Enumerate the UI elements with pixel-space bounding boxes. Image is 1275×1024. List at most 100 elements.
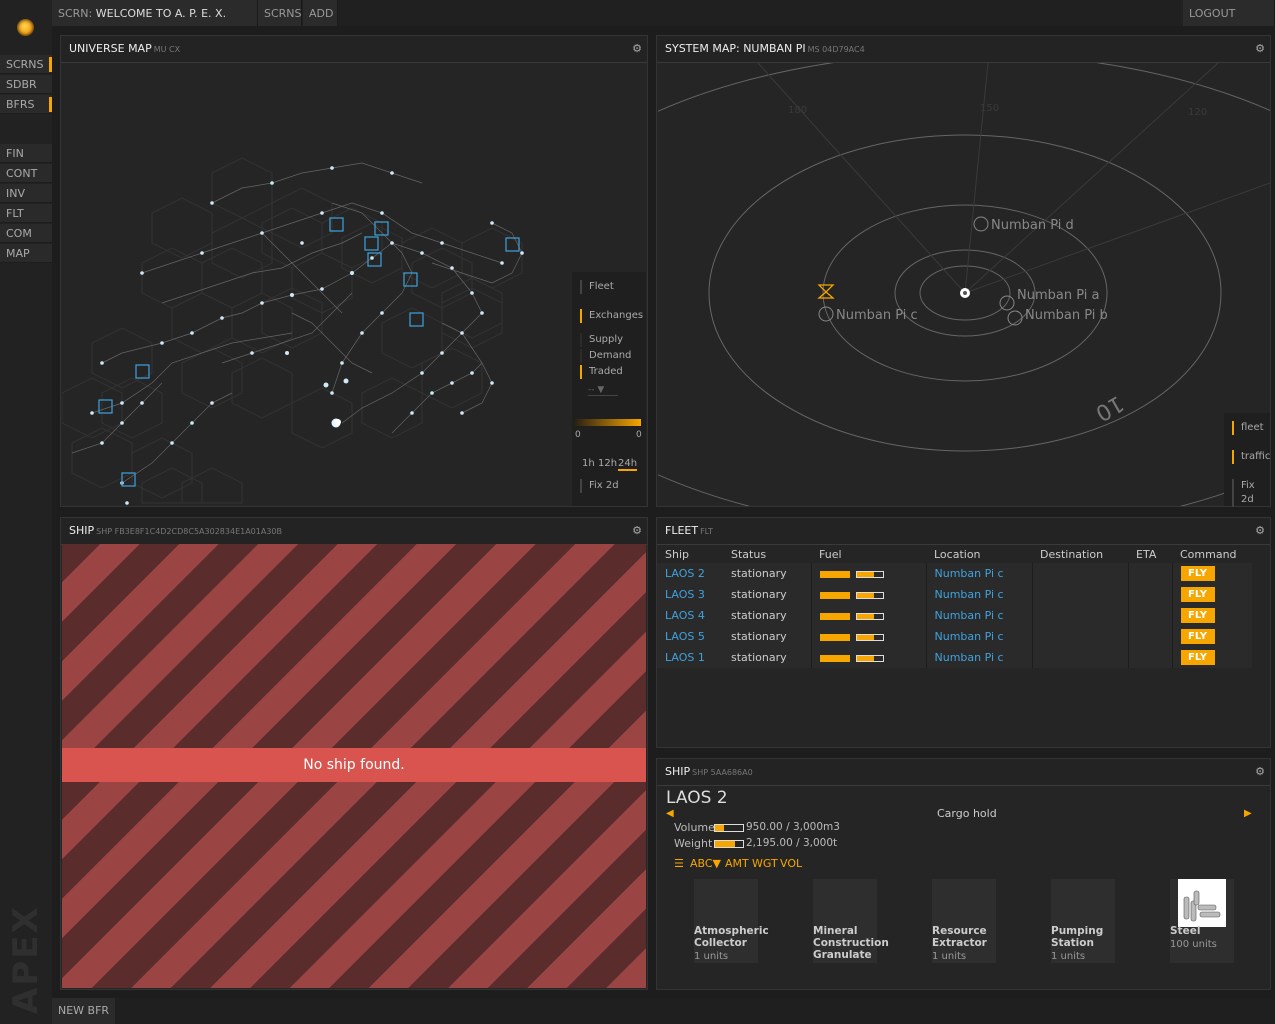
item-amount: 1 units <box>1051 951 1086 962</box>
nav-sdbr[interactable]: SDBR <box>0 75 52 94</box>
inventory-item[interactable]: Atmospheric Collector 1 units <box>694 879 769 963</box>
legend-demand-toggle[interactable]: Demand <box>580 349 631 363</box>
column-header[interactable]: Fuel <box>811 545 926 563</box>
ship-link[interactable]: LAOS 1 <box>665 651 705 664</box>
inventory-item[interactable]: Mineral Construction Granulate <box>813 879 889 963</box>
legend-fleet-toggle[interactable]: fleet <box>1232 421 1264 435</box>
system-map-code: MS 04D79AC4 <box>807 45 865 54</box>
previous-arrow-icon[interactable]: ◀ <box>666 808 674 819</box>
inventory-item[interactable]: Pumping Station 1 units <box>1051 879 1115 963</box>
fuel-gauges <box>810 647 926 668</box>
scrns-button[interactable]: SCRNS <box>258 0 302 26</box>
panel-title: FLEET FLT <box>657 518 1270 545</box>
fly-button[interactable]: FLY <box>1180 608 1215 623</box>
legend-traffic-toggle[interactable]: traffic <box>1232 450 1270 464</box>
column-header[interactable]: Location <box>926 545 1032 563</box>
location-link[interactable]: Numban Pi c <box>935 609 1004 622</box>
eta-cell <box>1127 584 1172 605</box>
ship-name: LAOS 2 <box>666 788 728 808</box>
nav-inv[interactable]: INV <box>0 184 52 203</box>
gear-icon[interactable]: ⚙ <box>632 42 642 55</box>
ship-link[interactable]: LAOS 5 <box>665 630 705 643</box>
no-ship-message: No ship found. <box>62 748 646 782</box>
nav-map[interactable]: MAP <box>0 244 52 263</box>
volume-bar <box>714 824 744 832</box>
location-link[interactable]: Numban Pi c <box>935 630 1004 643</box>
column-header[interactable]: Ship <box>657 545 723 563</box>
add-button[interactable]: ADD <box>303 0 338 26</box>
item-amount: 100 units <box>1170 939 1217 950</box>
list-view-icon[interactable]: ☰ <box>674 857 684 870</box>
ship-panel-title: SHIP <box>69 524 95 537</box>
time-24h-option[interactable]: 24h <box>618 458 638 471</box>
nav-flt[interactable]: FLT <box>0 204 52 223</box>
hourglass-ship-icon[interactable] <box>817 284 835 299</box>
legend-supply-toggle[interactable]: Supply <box>580 333 623 347</box>
nav-scrns[interactable]: SCRNS <box>0 55 52 74</box>
nav-com[interactable]: COM <box>0 224 52 243</box>
column-header[interactable]: Destination <box>1032 545 1128 563</box>
destination-cell <box>1031 647 1128 668</box>
weight-value: 2,195.00 / 3,000t <box>746 837 838 849</box>
column-header[interactable]: Status <box>723 545 811 563</box>
legend-fix-toggle[interactable]: Fix 2d <box>580 479 619 493</box>
fly-button[interactable]: FLY <box>1180 629 1215 644</box>
universe-map-canvas[interactable] <box>62 63 570 506</box>
eta-cell <box>1127 647 1172 668</box>
logout-button[interactable]: LOGOUT (MICHI) <box>1183 0 1275 47</box>
ship-link[interactable]: LAOS 3 <box>665 588 705 601</box>
system-map-canvas[interactable]: 180 150 120 Numban Pi d Numban Pi a Numb… <box>658 63 1270 506</box>
sort-vol-button[interactable]: VOL <box>780 857 802 870</box>
legend-select[interactable]: -- ▼ <box>588 385 618 396</box>
fuel-gauges <box>810 563 926 584</box>
location-link[interactable]: Numban Pi c <box>935 588 1004 601</box>
sort-wgt-button[interactable]: WGT <box>752 857 778 870</box>
gear-icon[interactable]: ⚙ <box>1255 765 1265 778</box>
fleet-panel: FLEET FLT ⚙ Ship Status Fuel Location Des… <box>656 517 1271 748</box>
nav-bfrs[interactable]: BFRS <box>0 95 52 114</box>
gear-icon[interactable]: ⚙ <box>1255 524 1265 537</box>
fleet-code: FLT <box>700 527 713 536</box>
column-header[interactable]: ETA <box>1128 545 1172 563</box>
inventory-item[interactable]: Steel 100 units <box>1170 879 1234 963</box>
time-1h-option[interactable]: 1h <box>582 458 595 469</box>
ship-status: stationary <box>723 584 811 605</box>
inventory-item[interactable]: Resource Extractor 1 units <box>932 879 996 963</box>
item-name: Atmospheric Collector <box>694 925 769 949</box>
scale-label: 120 <box>1188 107 1207 118</box>
sort-amt-button[interactable]: AMT <box>725 857 749 870</box>
column-header[interactable]: Command <box>1172 545 1252 563</box>
destination-cell <box>1031 584 1128 605</box>
legend-exchanges-toggle[interactable]: Exchanges <box>580 309 643 323</box>
nav-cont[interactable]: CONT <box>0 164 52 183</box>
planet-c-marker[interactable] <box>818 306 834 322</box>
left-sidebar: SCRNS SDBR BFRS FIN CONT INV FLT COM MAP… <box>0 0 52 1024</box>
nav-fin[interactable]: FIN <box>0 144 52 163</box>
fuel-gauges <box>810 584 926 605</box>
sort-abc-button[interactable]: ABC▼ <box>690 857 721 870</box>
gear-icon[interactable]: ⚙ <box>632 524 642 537</box>
table-row: LAOS 4 stationary Numban Pi c FLY <box>657 605 1252 626</box>
fleet-table: Ship Status Fuel Location Destination ET… <box>657 545 1252 668</box>
apex-logo-icon[interactable] <box>17 19 34 36</box>
eta-cell <box>1127 626 1172 647</box>
time-12h-option[interactable]: 12h <box>598 458 617 469</box>
legend-traded-toggle[interactable]: Traded <box>580 365 623 379</box>
table-header-row: Ship Status Fuel Location Destination ET… <box>657 545 1252 563</box>
screen-title: SCRN: WELCOME TO A. P. E. X. <box>52 0 258 26</box>
legend-fix-toggle[interactable]: Fix 2d <box>1232 479 1270 507</box>
fly-button[interactable]: FLY <box>1180 587 1215 602</box>
destination-cell <box>1031 563 1128 584</box>
ship-link[interactable]: LAOS 4 <box>665 609 705 622</box>
next-arrow-icon[interactable]: ▶ <box>1244 808 1252 819</box>
planet-d-marker[interactable] <box>973 216 989 232</box>
gear-icon[interactable]: ⚙ <box>1255 42 1265 55</box>
location-link[interactable]: Numban Pi c <box>935 567 1004 580</box>
fly-button[interactable]: FLY <box>1180 650 1215 665</box>
location-link[interactable]: Numban Pi c <box>935 651 1004 664</box>
legend-fleet-toggle[interactable]: Fleet <box>580 280 614 294</box>
new-bfr-button[interactable]: NEW BFR <box>52 998 116 1024</box>
eta-cell <box>1127 563 1172 584</box>
ship-link[interactable]: LAOS 2 <box>665 567 705 580</box>
fly-button[interactable]: FLY <box>1180 566 1215 581</box>
